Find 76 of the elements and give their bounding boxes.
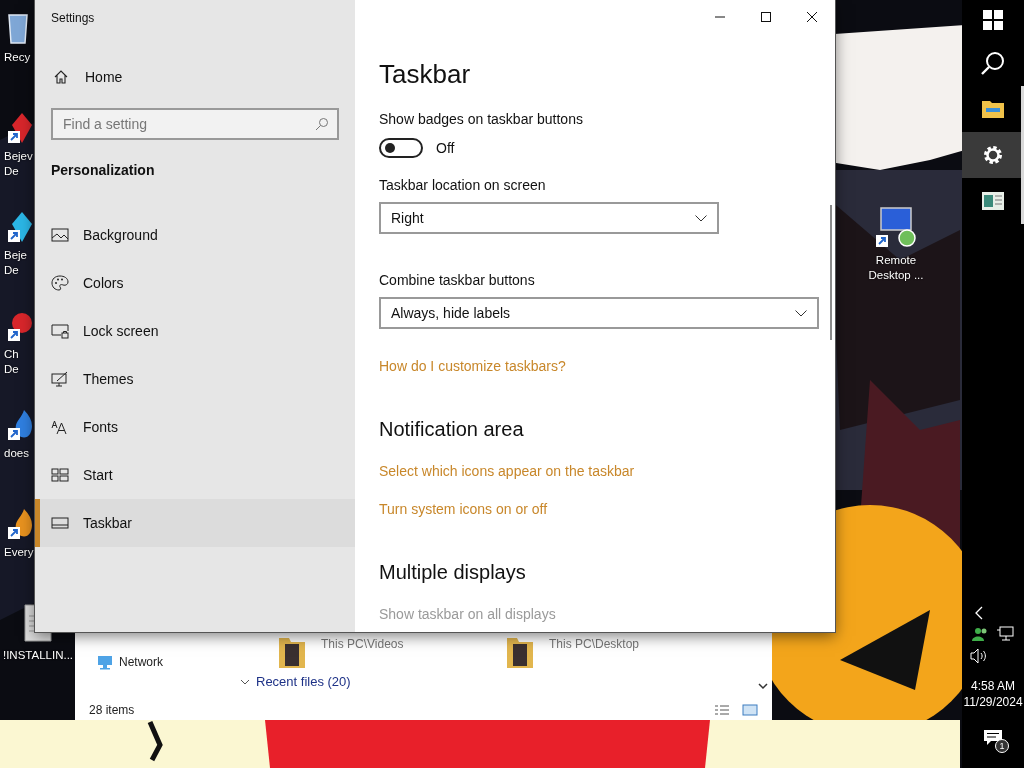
notification-icon (983, 729, 1003, 747)
nav-item[interactable]: Background (35, 211, 355, 259)
monitor-shortcut-icon[interactable] (876, 207, 916, 247)
gem-shortcut-icon[interactable] (8, 212, 32, 242)
nav-item[interactable]: Network (97, 654, 235, 670)
fonts-icon (51, 419, 69, 435)
clock[interactable]: 4:58 AM 11/29/2024 (963, 678, 1023, 710)
nav-item[interactable]: Themes (35, 355, 355, 403)
scrollbar[interactable] (830, 205, 832, 340)
icon-label: Remote (875, 253, 917, 268)
search-field[interactable]: Find a setting (51, 108, 339, 140)
setting-label: Taskbar location on screen (379, 176, 547, 194)
icon-label: !INSTALLIN... (2, 648, 74, 663)
toggle-state: Off (436, 140, 455, 156)
windows-logo-icon (983, 10, 1003, 30)
nav-item[interactable]: Taskbar (35, 499, 355, 547)
ball-shortcut-icon[interactable] (8, 311, 32, 341)
action-center-button[interactable]: 1 (976, 722, 1010, 754)
page-title: Taskbar (379, 58, 472, 90)
chevron-icon (240, 677, 250, 686)
image-icon (51, 227, 69, 243)
notification-badge: 1 (995, 739, 1009, 753)
network-icon[interactable] (996, 626, 1014, 642)
settings-icon (982, 144, 1004, 166)
toggle-switch[interactable] (379, 138, 423, 158)
window-title: Settings (51, 11, 96, 27)
icon-label: Desktop ... (868, 268, 924, 283)
monitor-brush-icon (51, 371, 69, 387)
search-icon (981, 51, 1005, 75)
home-icon (53, 69, 69, 85)
nav-item[interactable]: Colors (35, 259, 355, 307)
network-icon (97, 654, 113, 670)
chevron-down-icon (795, 309, 807, 317)
flame-shortcut-icon[interactable] (8, 509, 32, 539)
icon-label: De (4, 362, 19, 377)
dropdown[interactable]: Always, hide labels (379, 297, 819, 329)
folder-icon (981, 99, 1005, 119)
flame-shortcut-icon[interactable] (8, 410, 32, 440)
icon-label: De (4, 263, 19, 278)
home-nav-item[interactable]: Home (53, 67, 339, 87)
taskbar-icon (51, 515, 69, 531)
search-icon (315, 117, 329, 131)
section-heading: Multiple displays (379, 560, 527, 585)
icon-label: Bejev (4, 149, 33, 164)
icon-label: does (4, 446, 29, 461)
lock-screen-icon (51, 323, 69, 339)
taskbar-button[interactable] (962, 132, 1024, 178)
setting-label: Combine taskbar buttons (379, 271, 536, 289)
scroll-down-icon[interactable] (758, 682, 768, 690)
maximize-icon (761, 11, 771, 22)
icon-label: De (4, 164, 19, 179)
section-heading: Notification area (379, 417, 525, 442)
folder-item[interactable]: This PC\Videos (277, 634, 505, 670)
volume-icon[interactable] (970, 648, 988, 664)
gem-shortcut-icon[interactable] (8, 113, 32, 143)
icon-label: Recy (4, 50, 31, 65)
close-icon (807, 11, 817, 22)
section-heading: Personalization (51, 162, 156, 180)
nav-item[interactable]: Lock screen (35, 307, 355, 355)
icon-label: Beje (4, 248, 28, 263)
group-header[interactable]: Recent files (20) (235, 674, 772, 689)
dropdown[interactable]: Right (379, 202, 719, 234)
folder-item[interactable]: This PC\Desktop (505, 634, 733, 670)
chevron-left-icon[interactable] (974, 606, 984, 620)
setting-label: Show taskbar on all displays (379, 605, 557, 623)
tiles-icon (51, 467, 69, 483)
chevron-down-icon (695, 214, 707, 222)
recycle-bin-icon[interactable] (8, 14, 28, 44)
item-count: 28 items (89, 703, 135, 717)
setting-label: Show badges on taskbar buttons (379, 110, 584, 128)
icon-label: Every (4, 545, 34, 560)
nav-item[interactable]: Start (35, 451, 355, 499)
app-window-icon (982, 192, 1004, 210)
nav-item[interactable]: Fonts (35, 403, 355, 451)
palette-icon (51, 275, 69, 291)
icon-label: Ch (4, 347, 19, 362)
